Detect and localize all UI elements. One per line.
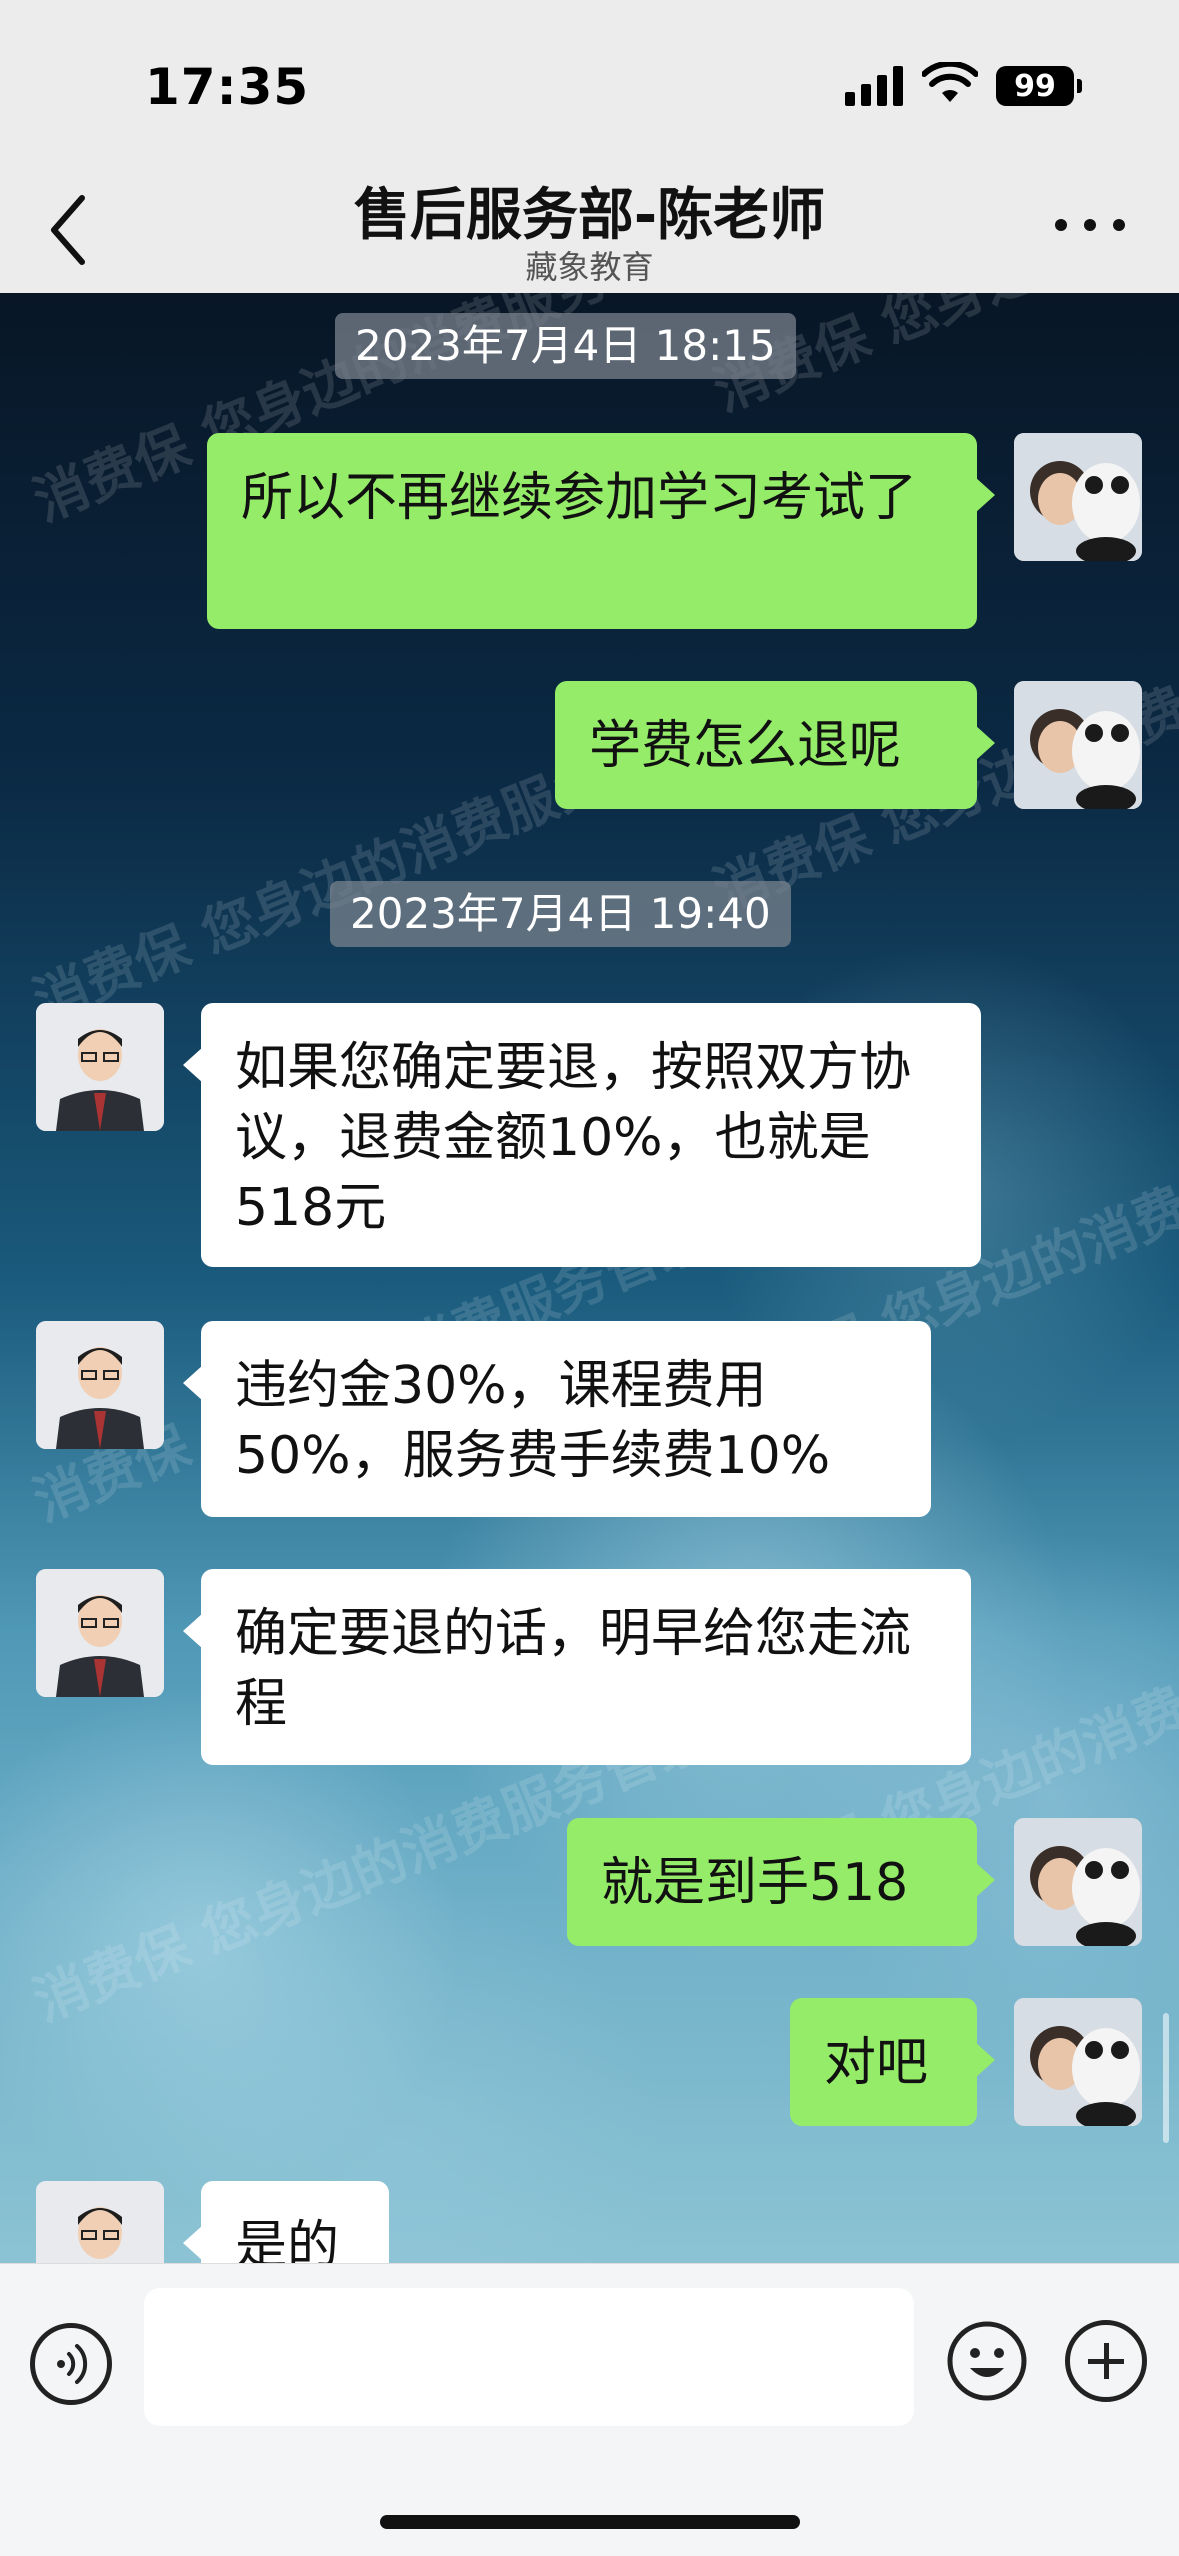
self-avatar[interactable] (1014, 681, 1142, 809)
agent-avatar[interactable] (36, 2181, 164, 2263)
chat-title: 售后服务部-陈老师 (353, 183, 826, 248)
self-avatar[interactable] (1014, 1998, 1142, 2126)
received-message-bubble[interactable]: 确定要退的话，明早给您走流程 (183, 1569, 971, 1765)
self-avatar[interactable] (1014, 1818, 1142, 1946)
status-time: 17:35 (145, 58, 310, 116)
sent-message-bubble[interactable]: 就是到手518 (567, 1818, 995, 1946)
message-timestamp: 2023年7月4日 19:40 (330, 881, 791, 947)
emoji-button[interactable] (946, 2320, 1028, 2402)
received-message-bubble[interactable]: 是的 (183, 2181, 389, 2263)
sent-message-bubble[interactable]: 所以不再继续参加学习考试了 (207, 433, 995, 629)
sent-message-bubble[interactable]: 对吧 (790, 1998, 995, 2126)
battery-icon: 99 (996, 66, 1082, 106)
voice-icon (57, 2344, 88, 2384)
sent-message-bubble[interactable]: 学费怎么退呢 (555, 681, 995, 809)
received-message-bubble[interactable]: 违约金30%，课程费用50%，服务费手续费10% (183, 1321, 931, 1517)
more-options-icon[interactable] (1055, 210, 1125, 240)
message-timestamp: 2023年7月4日 18:15 (335, 313, 796, 379)
signal-icon (845, 66, 905, 106)
received-message-bubble[interactable]: 如果您确定要退，按照双方协议，退费金额10%，也就是518元 (183, 1003, 981, 1267)
home-indicator[interactable] (380, 2515, 800, 2529)
agent-avatar[interactable] (36, 1569, 164, 1697)
add-button[interactable] (1065, 2320, 1147, 2402)
wifi-icon (922, 62, 978, 102)
agent-avatar[interactable] (36, 1321, 164, 1449)
self-avatar[interactable] (1014, 433, 1142, 561)
message-input[interactable] (144, 2288, 914, 2426)
voice-input-button[interactable] (30, 2323, 112, 2405)
agent-avatar[interactable] (36, 1003, 164, 1131)
scrollbar[interactable] (1163, 2013, 1169, 2143)
chat-area[interactable]: 消费保 您身边的消费服务管家 消费保 您身边的消费服务管家 消费保 您身边的消费… (0, 293, 1179, 2263)
top-bar: 17:35 99 售后服务部-陈老师 藏象教育 (0, 0, 1179, 293)
chat-subtitle: 藏象教育 (525, 248, 654, 286)
